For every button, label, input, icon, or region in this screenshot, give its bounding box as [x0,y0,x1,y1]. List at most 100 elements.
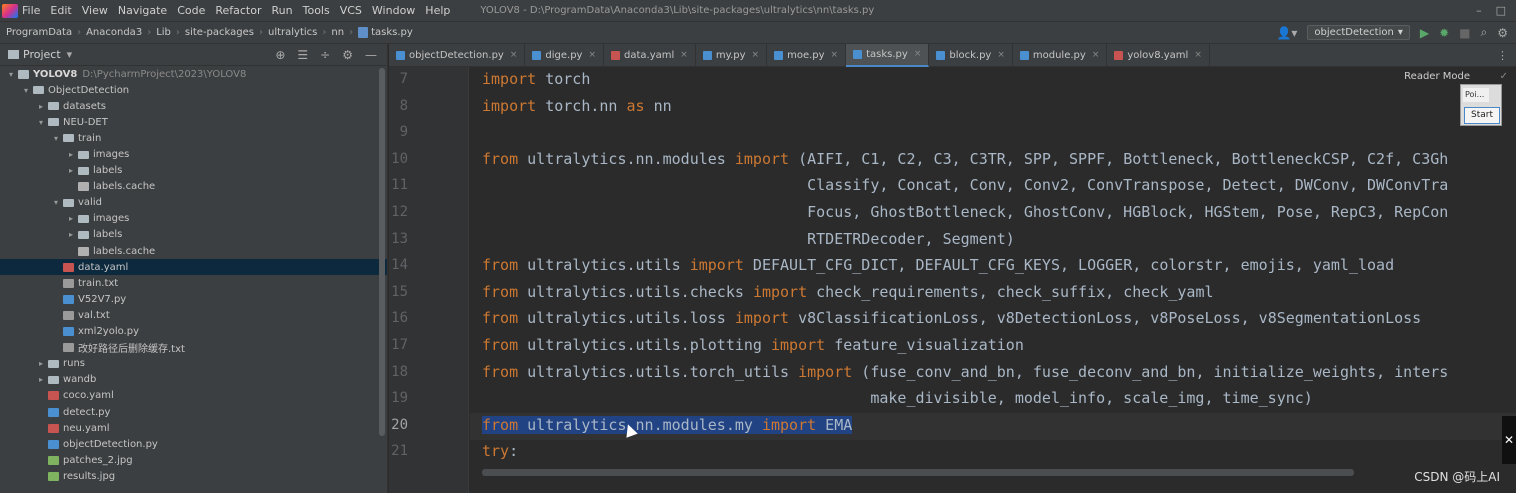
run-config-select[interactable]: objectDetection ▾ [1307,25,1410,40]
tree-item[interactable]: labels.cache [0,179,387,195]
code-line[interactable]: from ultralytics.utils.torch_utils impor… [482,363,1448,381]
chevron-down-icon[interactable]: ▾ [67,48,73,61]
tab-block-py[interactable]: block.py × [929,43,1013,67]
code-line[interactable]: import torch [482,70,590,88]
tree-item[interactable]: objectDetection.py [0,436,387,452]
tree-item[interactable]: results.jpg [0,468,387,484]
tab-objectdetection-py[interactable]: objectDetection.py × [389,43,526,67]
menu-item-refactor[interactable]: Refactor [215,4,261,17]
collapse-all-icon[interactable]: ÷ [320,48,330,62]
chevron-right-icon[interactable]: ▸ [36,359,46,368]
breadcrumb-item[interactable]: ProgramData [6,27,72,38]
close-icon[interactable]: × [831,50,839,60]
settings-icon[interactable]: ⚙ [1497,26,1508,40]
code-line[interactable]: Focus, GhostBottleneck, GhostConv, HGBlo… [482,203,1448,221]
breadcrumb-item[interactable]: site-packages [185,27,254,38]
chevron-right-icon[interactable]: ▸ [66,150,76,159]
code-line[interactable]: from ultralytics.nn.modules import (AIFI… [482,150,1448,168]
menu-item-tools[interactable]: Tools [303,4,330,17]
chevron-down-icon[interactable]: ▾ [6,70,16,79]
code-line[interactable]: from ultralytics.utils.plotting import f… [482,336,1024,354]
gear-icon[interactable]: ⚙ [342,48,353,62]
menu-item-view[interactable]: View [82,4,108,17]
code-editor[interactable]: 7 8 9 10 11 12 13 14 15 16 17 18 19 20 21 import torch… [389,67,1516,493]
tree-item[interactable]: ▸ wandb [0,372,387,388]
code-line[interactable]: from ultralytics.utils import DEFAULT_CF… [482,256,1394,274]
breadcrumb-item[interactable]: nn [331,27,344,38]
reader-mode-button[interactable]: Reader Mode [1404,71,1470,82]
inspection-check-icon[interactable]: ✓ [1500,71,1508,82]
locate-icon[interactable]: ⊕ [275,48,285,62]
tree-item[interactable]: ▸ runs [0,356,387,372]
menu-item-vcs[interactable]: VCS [340,4,362,17]
plugin-start-button[interactable]: Start [1464,107,1500,124]
more-tabs-icon[interactable]: ⋮ [1497,49,1508,62]
tree-item[interactable]: ▸ images [0,146,387,162]
menu-item-help[interactable]: Help [425,4,450,17]
close-icon[interactable]: × [510,50,518,60]
chevron-down-icon[interactable]: ▾ [21,86,31,95]
stop-icon[interactable]: ■ [1459,26,1470,40]
chevron-right-icon[interactable]: ▸ [36,102,46,111]
horizontal-scrollbar[interactable] [482,469,1354,476]
tab-data-yaml[interactable]: data.yaml × [604,43,696,67]
menu-item-run[interactable]: Run [272,4,293,17]
chevron-down-icon[interactable]: ▾ [51,134,61,143]
code-line[interactable]: Classify, Concat, Conv, Conv2, ConvTrans… [482,176,1448,194]
code-line[interactable]: from ultralytics.utils.checks import che… [482,283,1214,301]
hide-icon[interactable]: — [365,48,377,62]
tree-item[interactable]: detect.py [0,404,387,420]
project-label[interactable]: Project [23,48,61,61]
close-icon[interactable]: × [997,50,1005,60]
close-icon[interactable]: × [752,50,760,60]
tree-item[interactable]: ▸ datasets [0,98,387,114]
close-icon[interactable]: × [914,49,922,59]
expand-all-icon[interactable]: ☰ [297,48,308,62]
tree-item[interactable]: val.txt [0,307,387,323]
tree-item[interactable]: ▸ labels [0,227,387,243]
tree-item[interactable]: ▾ valid [0,195,387,211]
chevron-right-icon[interactable]: ▸ [66,166,76,175]
tree-item[interactable]: train.txt [0,275,387,291]
project-scrollbar[interactable] [379,68,385,436]
tree-item[interactable]: ▸ labels [0,163,387,179]
tree-item[interactable]: data.yaml [0,259,387,276]
tab-tasks-py[interactable]: tasks.py × [846,43,930,67]
tree-item[interactable]: ▾ train [0,130,387,146]
tab-dige-py[interactable]: dige.py × [525,43,605,67]
code-line[interactable]: make_divisible, model_info, scale_img, t… [482,389,1313,407]
chevron-down-icon[interactable]: ▾ [51,198,61,207]
tab-module-py[interactable]: module.py × [1013,43,1108,67]
tab-yolov8-yaml[interactable]: yolov8.yaml × [1107,43,1210,67]
tree-item[interactable]: ▾ ObjectDetection [0,82,387,98]
code-line[interactable]: RTDETRDecoder, Segment) [482,230,1015,248]
tree-item[interactable]: ▾ YOLOV8 D:\PycharmProject\2023\YOLOV8 [0,66,387,82]
minimize-icon[interactable]: – [1476,4,1482,17]
menu-item-window[interactable]: Window [372,4,415,17]
chevron-right-icon[interactable]: ▸ [36,375,46,384]
tree-item[interactable]: xml2yolo.py [0,324,387,340]
run-icon[interactable]: ▶ [1420,26,1429,40]
breadcrumb-item[interactable]: Anaconda3 [86,27,142,38]
code-line[interactable]: from ultralytics.utils.loss import v8Cla… [482,309,1421,327]
close-icon[interactable]: × [680,50,688,60]
tree-item[interactable]: ▸ images [0,211,387,227]
tab-my-py[interactable]: my.py × [696,43,768,67]
tree-item[interactable]: 改好路径后删除缓存.txt [0,340,387,356]
code-line[interactable]: import torch.nn as nn [482,97,672,115]
menu-item-edit[interactable]: Edit [50,4,71,17]
menu-item-code[interactable]: Code [177,4,205,17]
breadcrumb-item[interactable]: ultralytics [268,27,317,38]
user-icon[interactable]: 👤▾ [1276,26,1297,40]
search-icon[interactable]: ⌕ [1481,25,1488,40]
tree-item[interactable]: V52V7.py [0,291,387,307]
close-icon[interactable]: × [1092,50,1100,60]
tree-item[interactable]: labels.cache [0,243,387,259]
tab-moe-py[interactable]: moe.py × [767,43,847,67]
tree-item[interactable]: coco.yaml [0,388,387,404]
tree-item[interactable]: neu.yaml [0,420,387,436]
menu-item-file[interactable]: File [22,4,40,17]
tree-item[interactable]: patches_2.jpg [0,452,387,468]
chevron-right-icon[interactable]: ▸ [66,214,76,223]
close-icon[interactable]: ✕ [1502,416,1516,464]
